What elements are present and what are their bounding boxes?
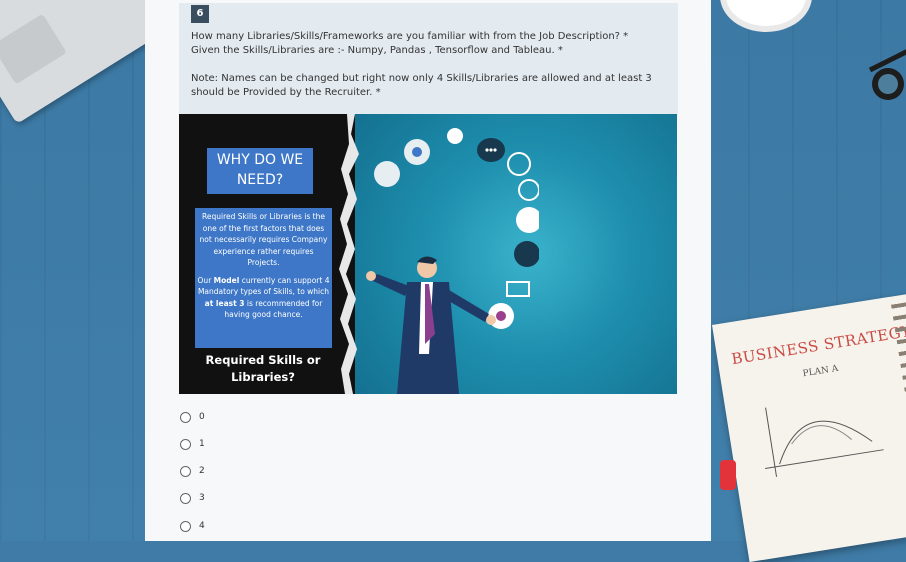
radio-button[interactable]: [180, 520, 191, 532]
option-1[interactable]: 1: [180, 437, 205, 451]
trackpad: [0, 13, 67, 85]
option-label: 3: [199, 493, 205, 503]
description-box: Required Skills or Libraries is the one …: [195, 208, 332, 348]
gear-icon: [374, 161, 400, 187]
notebook-title: BUSINESS STRATEGY: [730, 322, 906, 369]
description-paragraph-1: Required Skills or Libraries is the one …: [199, 212, 328, 267]
option-label: 0: [199, 412, 205, 422]
lightbulb-icon: [447, 128, 463, 144]
description-paragraph-2: Our Model currently can support 4 Mandat…: [197, 275, 330, 320]
radio-button[interactable]: [180, 465, 191, 477]
option-0[interactable]: 0: [180, 410, 205, 424]
radio-button[interactable]: [180, 438, 191, 450]
notebook-sketch: [765, 407, 884, 477]
compass-icon: [507, 152, 531, 176]
question-image: WHY DO WE NEED? Required Skills or Libra…: [179, 114, 677, 394]
option-4[interactable]: 4: [180, 519, 205, 533]
why-line-1: WHY DO WE: [216, 152, 304, 168]
glasses-decoration: [868, 49, 906, 100]
question-number-badge: 6: [191, 5, 209, 23]
question-note-2: should be Provided by the Recruiter. *: [191, 87, 381, 98]
required-skills-heading: Required Skills or Libraries?: [205, 353, 321, 384]
radio-button[interactable]: [180, 492, 191, 504]
option-3[interactable]: 3: [180, 491, 205, 505]
notebook-plan: PLAN A: [802, 363, 839, 380]
question-note-1: Note: Names can be changed but right now…: [191, 73, 652, 84]
thumbs-up-icon: [514, 241, 539, 267]
option-2[interactable]: 2: [180, 464, 205, 478]
helm-icon: [518, 179, 539, 201]
businessman-illustration: [366, 256, 496, 394]
user-icon: [516, 207, 539, 233]
option-label: 4: [199, 521, 205, 531]
binder-clip-decoration: [720, 460, 736, 490]
radio-button[interactable]: [180, 411, 191, 423]
question-line-1: How many Libraries/Skills/Frameworks are…: [191, 31, 629, 42]
why-title: WHY DO WE NEED?: [207, 148, 313, 194]
question-line-2: Given the Skills/Libraries are :- Numpy,…: [191, 45, 563, 56]
laptop-icon: [506, 281, 530, 297]
why-line-2: NEED?: [236, 172, 284, 188]
question-text: How many Libraries/Skills/Frameworks are…: [191, 30, 666, 100]
option-label: 2: [199, 466, 205, 476]
option-label: 1: [199, 439, 205, 449]
